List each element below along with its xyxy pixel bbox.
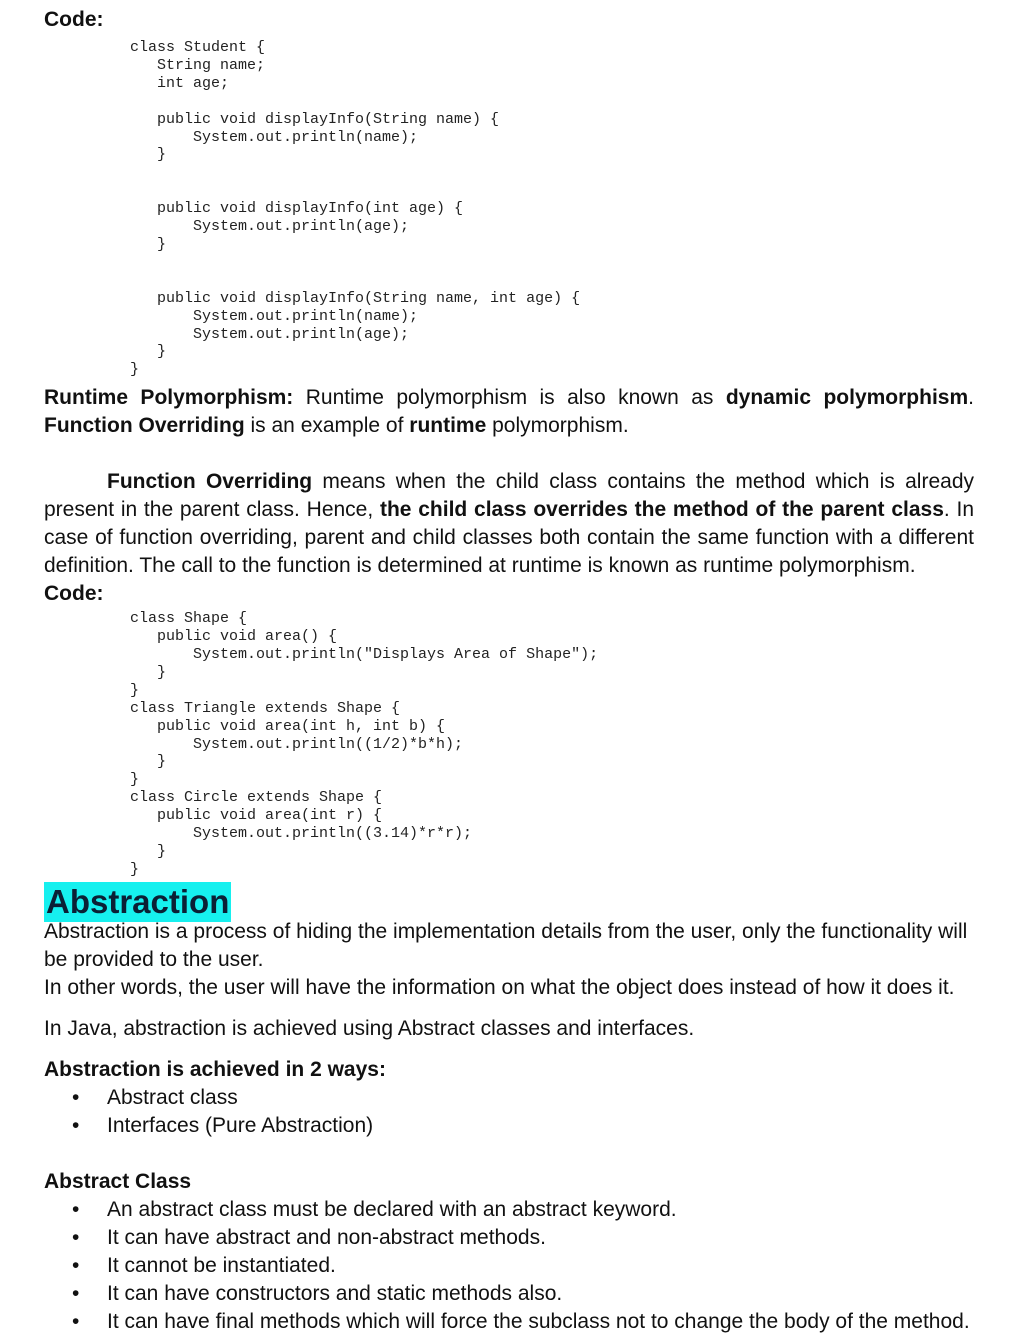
abstraction-other-words: In other words, the user will have the i… [44, 975, 955, 999]
text-run: is an example of [244, 414, 410, 438]
bold-run: the child class overrides the method of … [379, 498, 944, 522]
runtime-term: Runtime Polymorphism: [44, 386, 294, 410]
ways-heading: Abstraction is achieved in 2 ways: [44, 1057, 386, 1081]
bold-run: runtime [409, 414, 487, 438]
abstraction-java: In Java, abstraction is achieved using A… [44, 1016, 695, 1040]
list-item: It can have constructors and static meth… [44, 1280, 974, 1308]
list-item: It can have abstract and non-abstract me… [44, 1224, 974, 1252]
code-label: Code: [44, 8, 104, 31]
document-page: Code: class Student { String name; int a… [44, 0, 974, 1336]
bold-run: dynamic polymorphism [725, 386, 969, 410]
function-overriding-paragraph: Function Overriding means when the child… [44, 468, 974, 580]
list-item: Abstract class [44, 1084, 974, 1112]
abstract-class-list: An abstract class must be declared with … [44, 1196, 974, 1336]
list-item: It cannot be instantiated. [44, 1252, 974, 1280]
abstract-class-heading: Abstract Class [44, 1169, 192, 1193]
list-item: Interfaces (Pure Abstraction) [44, 1112, 974, 1140]
code-block-shape: class Shape { public void area() { Syste… [130, 610, 599, 878]
text-run: polymorphism. [486, 414, 629, 438]
ways-list: Abstract class Interfaces (Pure Abstract… [44, 1084, 974, 1140]
code-block-student: class Student { String name; int age; pu… [130, 39, 581, 379]
list-item: An abstract class must be declared with … [44, 1196, 974, 1224]
text-run: . [968, 386, 974, 410]
runtime-polymorphism-paragraph: Runtime Polymorphism: Runtime polymorphi… [44, 384, 974, 440]
code-label: Code: [44, 582, 104, 606]
abstraction-heading: Abstraction [44, 881, 232, 922]
list-item: It can have final methods which will for… [44, 1308, 974, 1336]
overriding-term: Function Overriding [107, 470, 313, 494]
bold-run: Function Overriding [44, 414, 245, 438]
text-run: Runtime polymorphism is also known as [293, 386, 726, 410]
abstraction-definition: Abstraction is a process of hiding the i… [44, 919, 968, 971]
